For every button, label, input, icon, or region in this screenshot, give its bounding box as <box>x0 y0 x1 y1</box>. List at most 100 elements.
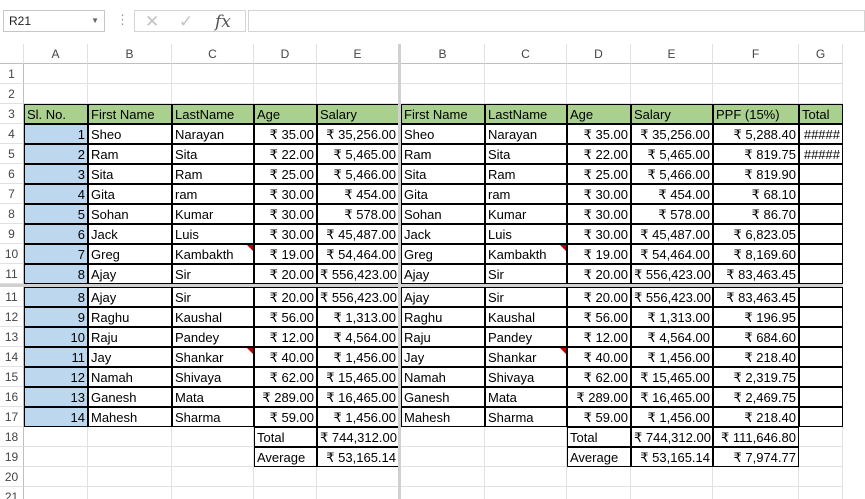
cell-empty[interactable] <box>713 467 799 487</box>
table-cell[interactable]: ₹ 83,463.45 <box>713 287 799 307</box>
row-header[interactable]: 11 <box>0 287 24 307</box>
table-cell[interactable]: Ram <box>485 164 567 184</box>
cell-empty[interactable] <box>567 487 631 499</box>
table-cell[interactable]: ₹ 62.00 <box>254 367 317 387</box>
table-cell[interactable]: ₹ 20.00 <box>254 287 317 307</box>
cell-empty[interactable] <box>713 64 799 84</box>
row-header[interactable]: 7 <box>0 184 24 204</box>
table-cell[interactable]: ₹ 2,469.75 <box>713 387 799 407</box>
table-header-cell[interactable]: Age <box>254 104 317 124</box>
summary-value[interactable]: ₹ 7,974.77 <box>713 447 799 467</box>
table-cell[interactable]: Kumar <box>172 204 254 224</box>
table-cell[interactable] <box>799 184 843 204</box>
table-cell[interactable]: Ajay <box>88 264 172 284</box>
table-header-cell[interactable]: Salary <box>317 104 398 124</box>
chevron-down-icon[interactable]: ▼ <box>91 11 99 31</box>
formula-input[interactable] <box>248 10 865 32</box>
table-cell[interactable]: Ajay <box>401 287 485 307</box>
table-cell[interactable]: Kaushal <box>172 307 254 327</box>
table-cell[interactable]: Mahesh <box>88 407 172 427</box>
table-cell[interactable] <box>799 407 843 427</box>
enter-icon[interactable]: ✓ <box>179 12 193 32</box>
table-cell[interactable]: ₹ 1,313.00 <box>317 307 398 327</box>
table-cell[interactable]: ₹ 56.00 <box>567 307 631 327</box>
cell-empty[interactable] <box>88 84 172 104</box>
table-cell[interactable]: ₹ 45,487.00 <box>317 224 398 244</box>
cell-empty[interactable] <box>401 427 485 447</box>
select-all-corner[interactable] <box>0 44 24 64</box>
table-cell[interactable]: 13 <box>24 387 88 407</box>
table-cell[interactable]: Kaushal <box>485 307 567 327</box>
cell-empty[interactable] <box>799 447 843 467</box>
cancel-icon[interactable]: ✕ <box>145 12 159 32</box>
table-cell[interactable]: ₹ 556,423.00 <box>317 287 398 307</box>
table-cell[interactable]: ₹ 68.10 <box>713 184 799 204</box>
cell-empty[interactable] <box>254 64 317 84</box>
table-cell[interactable]: ₹ 30.00 <box>567 224 631 244</box>
cell-empty[interactable] <box>24 447 88 467</box>
table-cell[interactable] <box>799 307 843 327</box>
table-cell[interactable]: 4 <box>24 184 88 204</box>
row-header[interactable]: 9 <box>0 224 24 244</box>
table-cell[interactable]: Luis <box>485 224 567 244</box>
table-cell[interactable]: ₹ 56.00 <box>254 307 317 327</box>
cell-empty[interactable] <box>485 447 567 467</box>
table-cell[interactable]: ₹ 35,256.00 <box>631 124 713 144</box>
table-cell[interactable]: ₹ 86.70 <box>713 204 799 224</box>
table-cell[interactable]: Sita <box>172 144 254 164</box>
table-cell[interactable]: Narayan <box>172 124 254 144</box>
cell-empty[interactable] <box>401 487 485 499</box>
row-header[interactable]: 5 <box>0 144 24 164</box>
table-cell[interactable]: Sir <box>485 287 567 307</box>
table-cell[interactable]: ₹ 40.00 <box>254 347 317 367</box>
table-cell[interactable]: Sir <box>172 287 254 307</box>
table-cell[interactable]: Sheo <box>88 124 172 144</box>
row-header[interactable]: 10 <box>0 244 24 264</box>
table-cell[interactable]: ₹ 22.00 <box>567 144 631 164</box>
table-cell[interactable]: 2 <box>24 144 88 164</box>
table-cell[interactable] <box>799 327 843 347</box>
table-cell[interactable]: ₹ 8,169.60 <box>713 244 799 264</box>
cell-empty[interactable] <box>631 487 713 499</box>
table-cell[interactable] <box>799 204 843 224</box>
table-cell[interactable]: ₹ 1,456.00 <box>317 347 398 367</box>
table-cell[interactable]: ₹ 289.00 <box>254 387 317 407</box>
table-cell[interactable]: Sita <box>485 144 567 164</box>
table-cell[interactable]: Raghu <box>88 307 172 327</box>
table-cell[interactable]: ₹ 556,423.00 <box>631 287 713 307</box>
table-cell[interactable]: ₹ 556,423.00 <box>317 264 398 284</box>
cell-empty[interactable] <box>317 64 398 84</box>
cell-empty[interactable] <box>713 487 799 499</box>
table-cell[interactable]: Ram <box>172 164 254 184</box>
cell-empty[interactable] <box>88 64 172 84</box>
row-header[interactable]: 14 <box>0 347 24 367</box>
table-cell[interactable]: Pandey <box>485 327 567 347</box>
cell-empty[interactable] <box>317 84 398 104</box>
column-header-g[interactable]: G <box>799 44 843 64</box>
table-cell[interactable]: Mata <box>485 387 567 407</box>
table-cell[interactable]: ₹ 454.00 <box>631 184 713 204</box>
table-cell[interactable]: 1 <box>24 124 88 144</box>
table-cell[interactable]: ₹ 40.00 <box>567 347 631 367</box>
cell-empty[interactable] <box>172 84 254 104</box>
row-header[interactable]: 13 <box>0 327 24 347</box>
table-cell[interactable] <box>799 244 843 264</box>
table-cell[interactable]: ₹ 59.00 <box>254 407 317 427</box>
table-cell[interactable]: ₹ 30.00 <box>254 184 317 204</box>
cell-empty[interactable] <box>24 467 88 487</box>
column-header-b[interactable]: B <box>401 44 485 64</box>
table-cell[interactable]: ₹ 218.40 <box>713 407 799 427</box>
table-cell[interactable]: ₹ 35.00 <box>567 124 631 144</box>
table-cell[interactable]: ₹ 20.00 <box>254 264 317 284</box>
insert-function-icon[interactable]: fx <box>215 12 231 32</box>
table-cell[interactable]: 10 <box>24 327 88 347</box>
cell-empty[interactable] <box>172 427 254 447</box>
row-header[interactable]: 4 <box>0 124 24 144</box>
table-header-cell[interactable]: Total <box>799 104 843 124</box>
table-cell[interactable]: Gita <box>401 184 485 204</box>
cell-empty[interactable] <box>254 487 317 499</box>
table-cell[interactable]: Sohan <box>88 204 172 224</box>
row-header[interactable]: 18 <box>0 427 24 447</box>
table-cell[interactable]: 8 <box>24 264 88 284</box>
table-cell[interactable]: ₹ 54,464.00 <box>631 244 713 264</box>
